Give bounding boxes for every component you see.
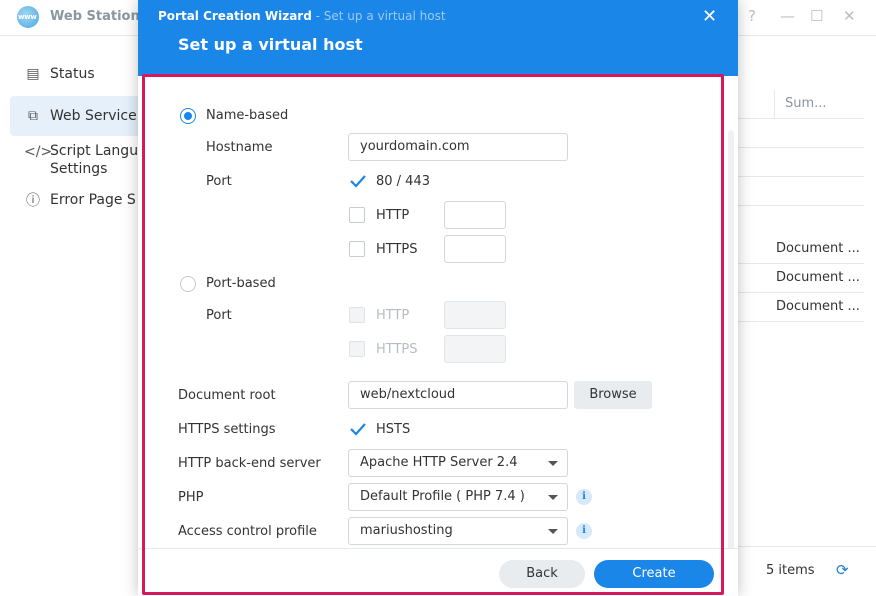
access-control-label: Access control profile	[178, 524, 317, 539]
row-divider	[738, 263, 864, 264]
sidebar: ▤ Status ⧉ Web Service </> Script Langu …	[0, 36, 140, 596]
sidebar-item-script-language[interactable]: </> Script Langu Settings	[10, 137, 140, 183]
row-divider	[738, 205, 864, 206]
dialog-title: Set up a virtual host	[178, 35, 363, 54]
portal-creation-wizard: Portal Creation Wizard - Set up a virtua…	[138, 0, 738, 596]
port-http-label: HTTP	[376, 308, 410, 323]
back-button[interactable]: Back	[499, 560, 585, 588]
table-row[interactable]: Document ...	[776, 241, 860, 256]
backend-server-select[interactable]: Apache HTTP Server 2.4	[348, 449, 568, 477]
port-default-label: 80 / 443	[376, 174, 430, 189]
column-header-summary[interactable]: Sum...	[774, 90, 864, 118]
refresh-icon[interactable]: ⟳	[836, 561, 849, 579]
name-http-label: HTTP	[376, 208, 410, 223]
sidebar-item-label: Error Page S	[50, 192, 136, 208]
error-page-icon: ⓘ	[26, 193, 40, 209]
sidebar-item-web-service[interactable]: ⧉ Web Service	[10, 96, 140, 136]
table-row[interactable]: Document ...	[776, 270, 860, 285]
port-based-label: Port-based	[206, 276, 276, 291]
sidebar-item-status[interactable]: ▤ Status	[10, 54, 140, 94]
items-count: 5 items	[766, 563, 815, 578]
help-icon[interactable]: ?	[748, 7, 756, 25]
hsts-label: HSTS	[376, 422, 411, 437]
name-based-radio[interactable]	[180, 108, 196, 124]
name-https-port-input[interactable]	[444, 235, 506, 263]
dialog-header: Portal Creation Wizard - Set up a virtua…	[138, 0, 738, 76]
port-http-input[interactable]	[444, 301, 506, 329]
access-control-select[interactable]: mariushosting	[348, 517, 568, 545]
hostname-input[interactable]: yourdomain.com	[348, 133, 568, 161]
window-close-icon[interactable]: ✕	[843, 7, 856, 25]
row-divider	[738, 176, 864, 177]
sidebar-item-label-line2: Settings	[50, 161, 108, 177]
minimize-icon[interactable]: —	[780, 7, 795, 25]
code-icon: </>	[24, 144, 53, 160]
name-https-label: HTTPS	[376, 242, 418, 257]
chevron-down-icon	[548, 461, 558, 466]
php-info-icon[interactable]: i	[576, 489, 592, 505]
maximize-icon[interactable]: ☐	[810, 7, 823, 25]
app-title: Web Station	[50, 9, 140, 24]
create-button[interactable]: Create	[594, 560, 714, 588]
web-service-icon: ⧉	[28, 108, 38, 124]
close-icon[interactable]: ✕	[702, 6, 717, 27]
row-divider	[738, 292, 864, 293]
name-http-port-input[interactable]	[444, 201, 506, 229]
document-root-input[interactable]: web/nextcloud	[348, 381, 568, 409]
sidebar-item-label: Status	[50, 66, 95, 82]
port-label: Port	[206, 174, 232, 189]
portal-table: Sum... Document ... Document ... Documen…	[738, 36, 876, 596]
table-row[interactable]: Document ...	[776, 299, 860, 314]
php-profile-select[interactable]: Default Profile ( PHP 7.4 )	[348, 483, 568, 511]
sidebar-item-label: Script Langu Settings	[50, 142, 138, 178]
table-footer-divider	[738, 546, 876, 547]
name-https-checkbox[interactable]	[349, 241, 365, 257]
row-divider	[738, 147, 864, 148]
php-profile-value: Default Profile ( PHP 7.4 )	[360, 489, 525, 504]
backend-server-value: Apache HTTP Server 2.4	[360, 455, 518, 470]
port-based-port-label: Port	[206, 308, 232, 323]
status-icon: ▤	[26, 66, 40, 82]
wizard-name: Portal Creation Wizard	[158, 9, 312, 23]
port-https-input[interactable]	[444, 335, 506, 363]
dialog-footer: Back Create	[138, 548, 738, 596]
php-label: PHP	[178, 490, 204, 505]
backend-server-label: HTTP back-end server	[178, 456, 321, 471]
https-settings-label: HTTPS settings	[178, 422, 276, 437]
web-station-logo-icon: www	[17, 6, 39, 28]
chevron-down-icon	[548, 529, 558, 534]
port-default-checkbox[interactable]	[349, 173, 367, 189]
access-control-value: mariushosting	[360, 523, 453, 538]
name-http-checkbox[interactable]	[349, 207, 365, 223]
port-based-radio[interactable]	[180, 276, 196, 292]
hostname-label: Hostname	[206, 140, 273, 155]
port-https-label: HTTPS	[376, 342, 418, 357]
access-control-info-icon[interactable]: i	[576, 523, 592, 539]
row-divider	[738, 118, 864, 119]
logo-text: www	[18, 13, 37, 21]
row-divider	[738, 321, 864, 322]
chevron-down-icon	[548, 495, 558, 500]
dialog-breadcrumb: Portal Creation Wizard - Set up a virtua…	[158, 9, 446, 23]
name-based-label: Name-based	[206, 108, 289, 123]
port-http-checkbox[interactable]	[349, 307, 365, 323]
document-root-label: Document root	[178, 388, 276, 403]
hsts-checkbox[interactable]	[349, 421, 367, 437]
sidebar-item-label: Web Service	[50, 108, 137, 124]
dialog-body: Name-based Hostname yourdomain.com Port …	[138, 76, 738, 582]
scrollbar[interactable]	[728, 130, 734, 582]
sidebar-item-label-line1: Script Langu	[50, 143, 139, 159]
port-https-checkbox[interactable]	[349, 341, 365, 357]
browse-button[interactable]: Browse	[574, 381, 652, 409]
sidebar-item-error-page[interactable]: ⓘ Error Page S	[10, 180, 140, 220]
wizard-step: - Set up a virtual host	[311, 9, 446, 23]
